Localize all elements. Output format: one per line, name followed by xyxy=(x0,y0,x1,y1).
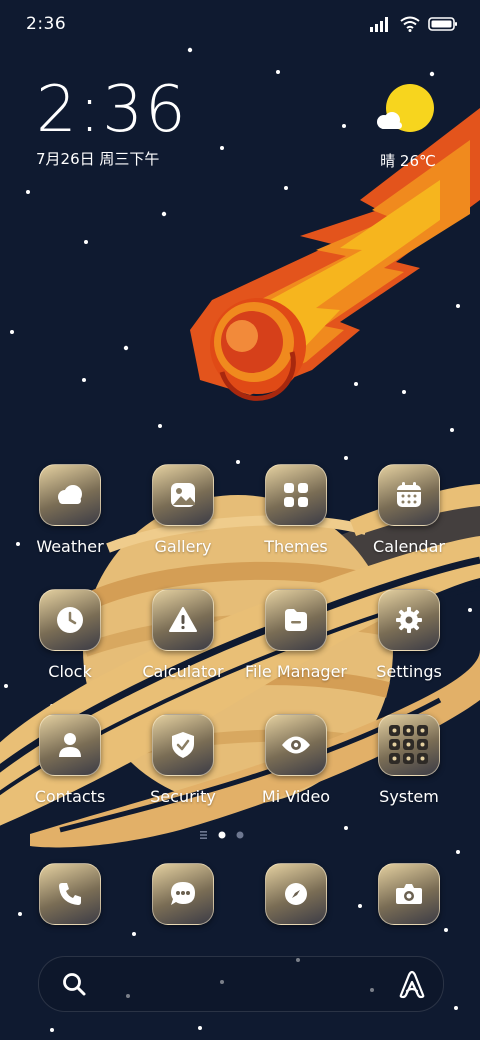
app-label: File Manager xyxy=(245,662,347,681)
dock-phone[interactable] xyxy=(14,863,126,925)
calendar-icon xyxy=(378,464,440,526)
app-mi-video[interactable]: Mi Video xyxy=(240,714,352,814)
wifi-icon xyxy=(400,16,420,32)
security-icon xyxy=(152,714,214,776)
page-dot xyxy=(236,831,244,839)
dock-camera[interactable] xyxy=(353,863,465,925)
assistant-icon[interactable] xyxy=(397,969,427,999)
app-label: Weather xyxy=(36,537,104,556)
app-label: System xyxy=(379,787,439,806)
contacts-icon xyxy=(39,714,101,776)
app-label: Themes xyxy=(264,537,328,556)
app-clock[interactable]: Clock xyxy=(14,589,126,689)
app-security[interactable]: Security xyxy=(127,714,239,814)
app-gallery[interactable]: Gallery xyxy=(127,464,239,564)
dock-messages[interactable] xyxy=(127,863,239,925)
app-label: Clock xyxy=(48,662,92,681)
system-folder-icon xyxy=(378,714,440,776)
status-bar: 2:36 xyxy=(0,0,480,48)
themes-icon xyxy=(265,464,327,526)
dock xyxy=(14,863,466,925)
weather-widget[interactable]: 晴 26℃ xyxy=(368,84,448,171)
battery-icon xyxy=(428,17,457,31)
file-manager-icon xyxy=(265,589,327,651)
search-bar[interactable] xyxy=(38,956,444,1012)
app-calculator[interactable]: Calculator xyxy=(127,589,239,689)
page-indicator[interactable] xyxy=(0,828,480,842)
search-icon[interactable] xyxy=(61,971,87,997)
app-label: Gallery xyxy=(154,537,212,556)
app-label: Mi Video xyxy=(261,787,331,806)
weather-icon xyxy=(39,464,101,526)
weather-widget-text: 晴 26℃ xyxy=(380,152,436,170)
mi-video-icon xyxy=(265,714,327,776)
feed-page-indicator-icon xyxy=(200,831,207,839)
messages-icon xyxy=(152,863,214,925)
sun-cloud-icon xyxy=(377,84,434,132)
phone-icon xyxy=(39,863,101,925)
camera-icon xyxy=(378,863,440,925)
app-calendar[interactable]: Calendar xyxy=(353,464,465,564)
app-system-folder[interactable]: System xyxy=(353,714,465,814)
clock-widget-time: 2:36 xyxy=(36,73,188,147)
page-dot-active xyxy=(218,831,226,839)
app-settings[interactable]: Settings xyxy=(353,589,465,689)
app-weather[interactable]: Weather xyxy=(14,464,126,564)
app-contacts[interactable]: Contacts xyxy=(14,714,126,814)
app-label: Settings xyxy=(376,662,442,681)
app-label: Calendar xyxy=(373,537,445,556)
calculator-icon xyxy=(152,589,214,651)
status-time: 2:36 xyxy=(26,14,67,34)
app-file-manager[interactable]: File Manager xyxy=(240,589,352,689)
dock-browser[interactable] xyxy=(240,863,352,925)
app-label: Contacts xyxy=(34,787,106,806)
clock-icon xyxy=(39,589,101,651)
app-label: Security xyxy=(150,787,216,806)
app-label: Calculator xyxy=(142,662,224,681)
browser-icon xyxy=(265,863,327,925)
clock-widget[interactable]: 2:36 7月26日 周三下午 xyxy=(36,78,188,169)
gallery-icon xyxy=(152,464,214,526)
clock-widget-date: 7月26日 周三下午 xyxy=(36,150,160,168)
app-themes[interactable]: Themes xyxy=(240,464,352,564)
settings-icon xyxy=(378,589,440,651)
signal-icon xyxy=(370,17,388,32)
status-icons xyxy=(370,14,458,34)
